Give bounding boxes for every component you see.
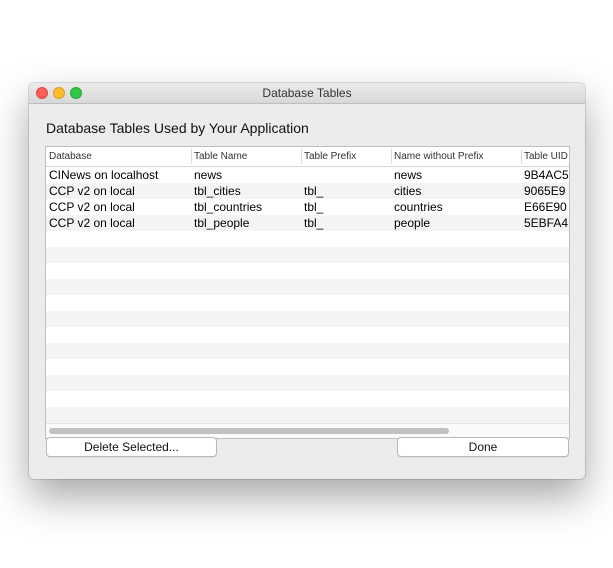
database-tables-table[interactable]: Database Table Name Table Prefix Name wi… [45, 146, 570, 439]
cell-table-prefix: tbl_ [304, 216, 324, 230]
cell-table-prefix: tbl_ [304, 184, 324, 198]
cell-database: CCP v2 on local [49, 200, 135, 214]
cell-table-uid: E66E90 [524, 200, 567, 214]
table-row[interactable]: CINews on localhost news news 9B4AC5 [46, 167, 569, 183]
done-button[interactable]: Done [397, 437, 569, 457]
table-header: Database Table Name Table Prefix Name wi… [46, 147, 569, 167]
table-row[interactable]: CCP v2 on local tbl_people tbl_ people 5… [46, 215, 569, 231]
column-divider[interactable] [191, 149, 192, 164]
empty-row [46, 231, 569, 247]
cell-table-uid: 9065E9 [524, 184, 566, 198]
horizontal-scrollbar[interactable] [46, 423, 569, 438]
empty-row [46, 311, 569, 327]
table-row[interactable]: CCP v2 on local tbl_cities tbl_ cities 9… [46, 183, 569, 199]
cell-database: CINews on localhost [49, 168, 159, 182]
cell-name-without-prefix: countries [394, 200, 443, 214]
column-divider[interactable] [301, 149, 302, 164]
cell-table-uid: 5EBFA4 [524, 216, 569, 230]
empty-row [46, 391, 569, 407]
cell-name-without-prefix: cities [394, 184, 422, 198]
empty-row [46, 263, 569, 279]
cell-table-name: tbl_cities [194, 184, 241, 198]
column-header-name-without-prefix[interactable]: Name without Prefix [394, 151, 483, 162]
empty-row [46, 247, 569, 263]
column-divider[interactable] [391, 149, 392, 164]
column-divider[interactable] [521, 149, 522, 164]
database-tables-window: Database Tables Database Tables Used by … [29, 83, 585, 479]
cell-table-name: tbl_countries [194, 200, 263, 214]
column-header-table-name[interactable]: Table Name [194, 151, 247, 162]
cell-database: CCP v2 on local [49, 184, 135, 198]
empty-row [46, 359, 569, 375]
empty-row [46, 327, 569, 343]
cell-table-name: tbl_people [194, 216, 250, 230]
column-header-table-prefix[interactable]: Table Prefix [304, 151, 356, 162]
title-bar[interactable]: Database Tables [29, 83, 585, 104]
empty-row [46, 375, 569, 391]
cell-name-without-prefix: news [394, 168, 423, 182]
empty-row [46, 279, 569, 295]
cell-table-name: news [194, 168, 223, 182]
scrollbar-thumb[interactable] [49, 428, 449, 434]
cell-table-uid: 9B4AC5 [524, 168, 569, 182]
table-body: CINews on localhost news news 9B4AC5 CCP… [46, 167, 569, 423]
column-header-table-uid[interactable]: Table UID [524, 151, 568, 162]
delete-selected-button[interactable]: Delete Selected... [46, 437, 217, 457]
empty-row [46, 295, 569, 311]
window-title: Database Tables [262, 86, 352, 100]
empty-row [46, 343, 569, 359]
empty-row [46, 407, 569, 423]
cell-table-prefix: tbl_ [304, 200, 324, 214]
page-heading: Database Tables Used by Your Application [46, 120, 309, 136]
column-header-database[interactable]: Database [49, 151, 92, 162]
cell-database: CCP v2 on local [49, 216, 135, 230]
cell-name-without-prefix: people [394, 216, 431, 230]
table-row[interactable]: CCP v2 on local tbl_countries tbl_ count… [46, 199, 569, 215]
